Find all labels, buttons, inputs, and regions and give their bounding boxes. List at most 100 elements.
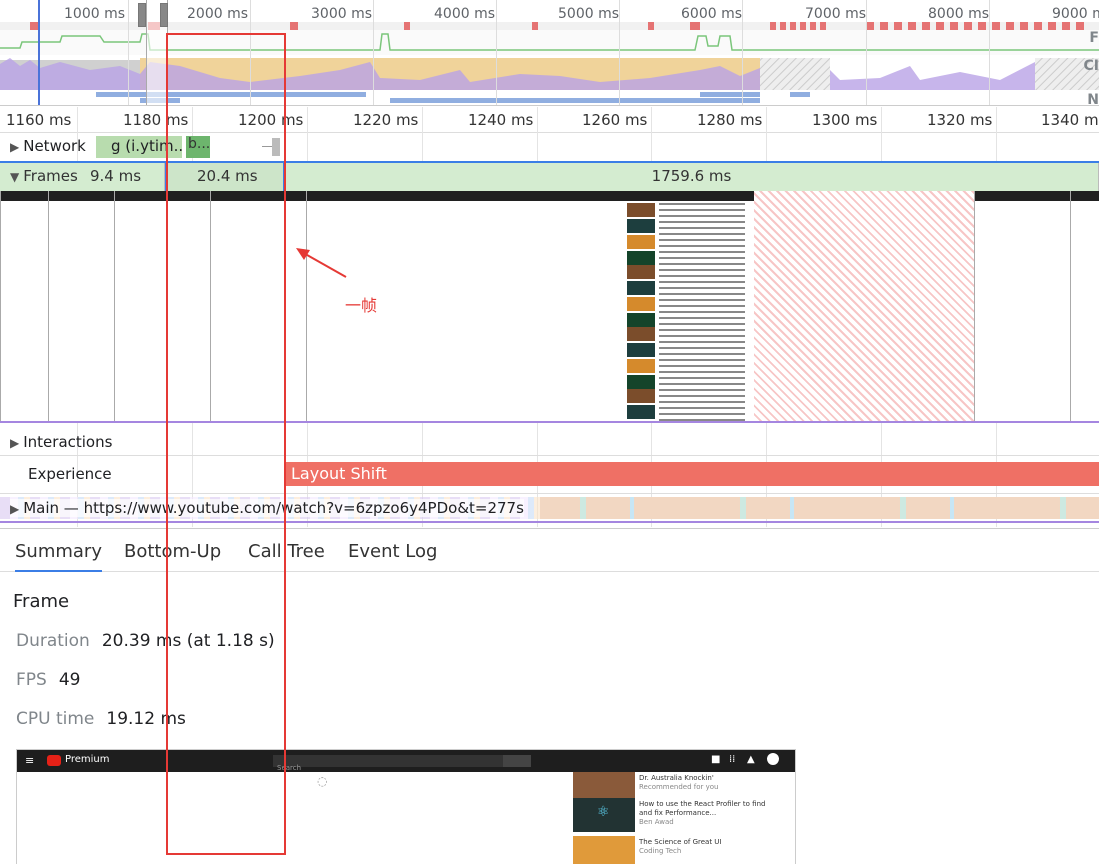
- overview-time-label: 6000 ms: [681, 6, 743, 22]
- main-thread-activity: [540, 497, 1099, 519]
- long-frame-marker: [690, 22, 700, 30]
- fps-side-label: F: [1089, 30, 1099, 46]
- frame-thumbnail[interactable]: [1070, 191, 1099, 421]
- video-title: The Science of Great UI: [639, 838, 722, 846]
- long-frame-marker: [404, 22, 410, 30]
- ruler-label: 1220 ms: [353, 111, 419, 129]
- frame-block[interactable]: ▼ Frames 9.4 ms: [0, 163, 165, 191]
- expand-icon[interactable]: ▶: [10, 436, 19, 450]
- frame-duration: 9.4 ms: [90, 167, 142, 185]
- ruler-label: 1340 ms: [1041, 111, 1099, 129]
- experience-track-label: Experience: [28, 465, 112, 483]
- video-thumbnail: [573, 836, 635, 864]
- video-info: The Science of Great UI Coding Tech: [639, 838, 769, 856]
- annotation-arrow-icon: [296, 248, 347, 278]
- overview-time-label: 5000 ms: [558, 6, 620, 22]
- net-side-label: N: [1087, 92, 1099, 106]
- overview-time-label: 1000 ms: [64, 6, 126, 22]
- main-thread-track[interactable]: ▶ Main — https://www.youtube.com/watch?v=…: [0, 493, 1099, 523]
- overview-right-handle[interactable]: [160, 3, 168, 27]
- overview-time-label: 9000 m: [1052, 6, 1099, 22]
- cpu-time-row: CPU time 19.12 ms: [16, 709, 186, 729]
- overview-time-label: 2000 ms: [187, 6, 249, 22]
- overview-playhead: [38, 0, 40, 105]
- frames-track-header[interactable]: ▼ Frames: [10, 167, 78, 185]
- video-meta: Ben Awad: [639, 818, 674, 826]
- video-thumbnail: ⚛: [573, 798, 635, 832]
- long-frame-marker: [532, 22, 538, 30]
- collapse-icon[interactable]: ▼: [10, 170, 19, 184]
- loading-spinner-icon: ◌: [317, 774, 328, 788]
- video-thumbnail-column: [627, 203, 655, 421]
- overview-time-label: 3000 ms: [311, 6, 373, 22]
- video-meta: Coding Tech: [639, 847, 682, 855]
- cpu-side-label: CI: [1083, 58, 1099, 74]
- frame-screenshot-preview: ≡ Premium Search ■ ⁞⁞ ▲ ◌ Dr. Australia …: [16, 749, 796, 864]
- apps-icon: ⁞⁞: [729, 754, 736, 765]
- expand-icon[interactable]: ▶: [10, 140, 19, 154]
- dropped-frame-region: [754, 191, 974, 421]
- interactions-track-header[interactable]: ▶ Interactions: [10, 433, 112, 451]
- network-track[interactable]: ▶ Network g (i.ytim... b...: [0, 134, 1099, 160]
- ruler-label: 1240 ms: [468, 111, 534, 129]
- ruler-label: 1300 ms: [812, 111, 878, 129]
- video-info: How to use the React Profiler to find an…: [639, 800, 769, 827]
- performance-panel: 1000 ms 2000 ms 3000 ms 4000 ms 5000 ms …: [0, 0, 1099, 864]
- menu-icon: ≡: [25, 754, 35, 767]
- annotation-label: 一帧: [345, 296, 378, 315]
- duration-label: Duration: [16, 631, 90, 651]
- frames-filmstrip[interactable]: [0, 191, 1099, 423]
- overview-time-label: 8000 ms: [928, 6, 990, 22]
- cpu-time-label: CPU time: [16, 709, 95, 729]
- overview-time-label: 7000 ms: [805, 6, 867, 22]
- layout-shift-label: Layout Shift: [291, 464, 387, 483]
- video-title: How to use the React Profiler to find an…: [639, 800, 766, 817]
- ruler-label: 1260 ms: [582, 111, 648, 129]
- long-frame-marker: [866, 22, 1086, 30]
- long-frame-marker: [648, 22, 654, 30]
- notifications-icon: ▲: [747, 754, 755, 765]
- experience-track[interactable]: Experience Layout Shift: [0, 459, 1099, 489]
- layout-shift-event[interactable]: Layout Shift: [286, 462, 1099, 486]
- fps-label: FPS: [16, 670, 47, 690]
- summary-title: Frame: [13, 591, 70, 612]
- annotation-frame-highlight: [166, 33, 286, 855]
- network-bar: [790, 92, 810, 97]
- ruler-label: 1160 ms: [6, 111, 72, 129]
- frames-track-label: Frames: [23, 167, 78, 185]
- video-title-column: [659, 203, 745, 421]
- recommended-video: The Science of Great UI Coding Tech: [573, 836, 773, 864]
- timeline-overview[interactable]: 1000 ms 2000 ms 3000 ms 4000 ms 5000 ms …: [0, 0, 1099, 106]
- long-frame-marker: [770, 22, 830, 30]
- react-logo-icon: ⚛: [597, 804, 610, 820]
- tab-summary[interactable]: Summary: [15, 541, 102, 572]
- ruler-label: 1320 ms: [927, 111, 993, 129]
- interactions-track[interactable]: ▶ Interactions: [0, 428, 1099, 456]
- frames-track[interactable]: ▼ Frames 9.4 ms 20.4 ms 1759.6 ms: [0, 161, 1099, 191]
- network-bar: [700, 92, 760, 97]
- video-meta: Recommended for you: [639, 783, 719, 791]
- details-tabbar: Summary Bottom-Up Call Tree Event Log: [0, 528, 1099, 572]
- recommended-video: ⚛ How to use the React Profiler to find …: [573, 798, 773, 832]
- overview-left-handle[interactable]: [138, 3, 146, 27]
- youtube-search-box: Search: [273, 755, 503, 772]
- frame-thumbnail[interactable]: [48, 191, 114, 421]
- summary-panel: Frame Duration 20.39 ms (at 1.18 s) FPS 49…: [0, 573, 1099, 864]
- frame-duration: 1759.6 ms: [651, 167, 732, 185]
- network-track-header[interactable]: ▶ Network: [10, 137, 86, 155]
- fps-row: FPS 49: [16, 670, 80, 690]
- search-icon: [503, 755, 531, 767]
- interactions-track-label: Interactions: [23, 433, 113, 451]
- long-frame-marker: [290, 22, 298, 30]
- youtube-logo-icon: [47, 755, 61, 766]
- video-title: Dr. Australia Knockin': [639, 774, 714, 782]
- overview-time-label: 4000 ms: [434, 6, 496, 22]
- time-ruler: 1160 ms 1180 ms 1200 ms 1220 ms 1240 ms …: [0, 107, 1099, 133]
- expand-icon[interactable]: ▶: [10, 502, 19, 516]
- frame-thumbnail[interactable]: [974, 191, 1070, 421]
- youtube-logo-text: Premium: [65, 754, 110, 765]
- frame-block[interactable]: 1759.6 ms: [285, 163, 1099, 191]
- upload-icon: ■: [711, 754, 721, 765]
- frame-thumbnail[interactable]: [0, 191, 48, 421]
- tab-event-log[interactable]: Event Log: [348, 541, 437, 562]
